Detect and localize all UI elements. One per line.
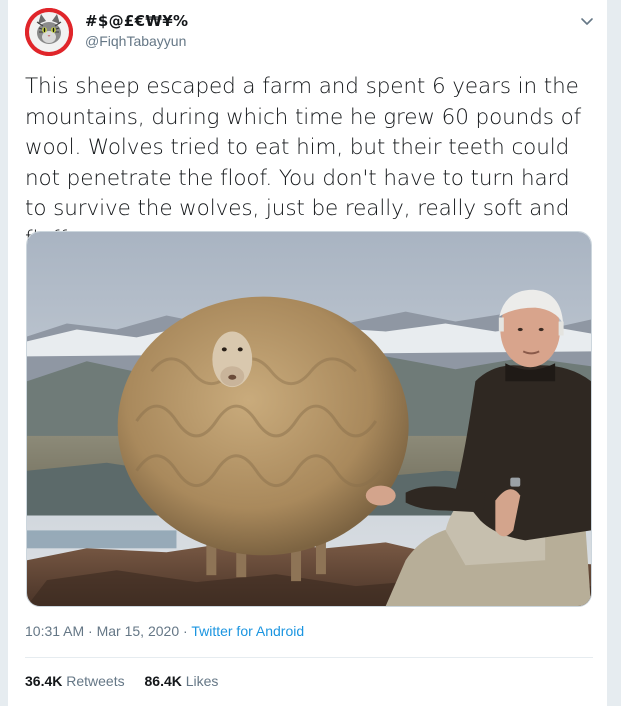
- tweet-date[interactable]: Mar 15, 2020: [97, 623, 180, 639]
- tweet-photo[interactable]: [26, 231, 592, 607]
- cat-avatar-icon: [25, 8, 73, 56]
- tweet-meta: 10:31 AM · Mar 15, 2020 · Twitter for An…: [25, 623, 304, 639]
- tweet-card: #$@£€₩¥% @FiqhTabayyun This sheep escape…: [7, 0, 608, 706]
- display-name[interactable]: #$@£€₩¥%: [85, 12, 188, 30]
- likes-count: 86.4K: [144, 673, 182, 689]
- tweet-text: This sheep escaped a farm and spent 6 ye…: [25, 74, 582, 252]
- meta-separator: ·: [84, 623, 97, 639]
- sheep-photo-image: [27, 232, 591, 606]
- likes-stat[interactable]: 86.4K Likes: [145, 673, 219, 689]
- retweets-count: 36.4K: [25, 673, 63, 689]
- divider: [25, 657, 593, 658]
- tweet-source-link[interactable]: Twitter for Android: [191, 623, 304, 639]
- avatar[interactable]: [25, 8, 73, 56]
- chevron-down-icon[interactable]: [578, 12, 596, 30]
- retweets-stat[interactable]: 36.4K Retweets: [25, 673, 125, 689]
- meta-separator-2: ·: [179, 623, 192, 639]
- user-handle[interactable]: @FiqhTabayyun: [85, 33, 186, 49]
- tweet-time[interactable]: 10:31 AM: [25, 623, 84, 639]
- tweet-stats: 36.4K Retweets 86.4K Likes: [25, 673, 234, 689]
- likes-label: Likes: [185, 673, 219, 689]
- retweets-label: Retweets: [66, 673, 125, 689]
